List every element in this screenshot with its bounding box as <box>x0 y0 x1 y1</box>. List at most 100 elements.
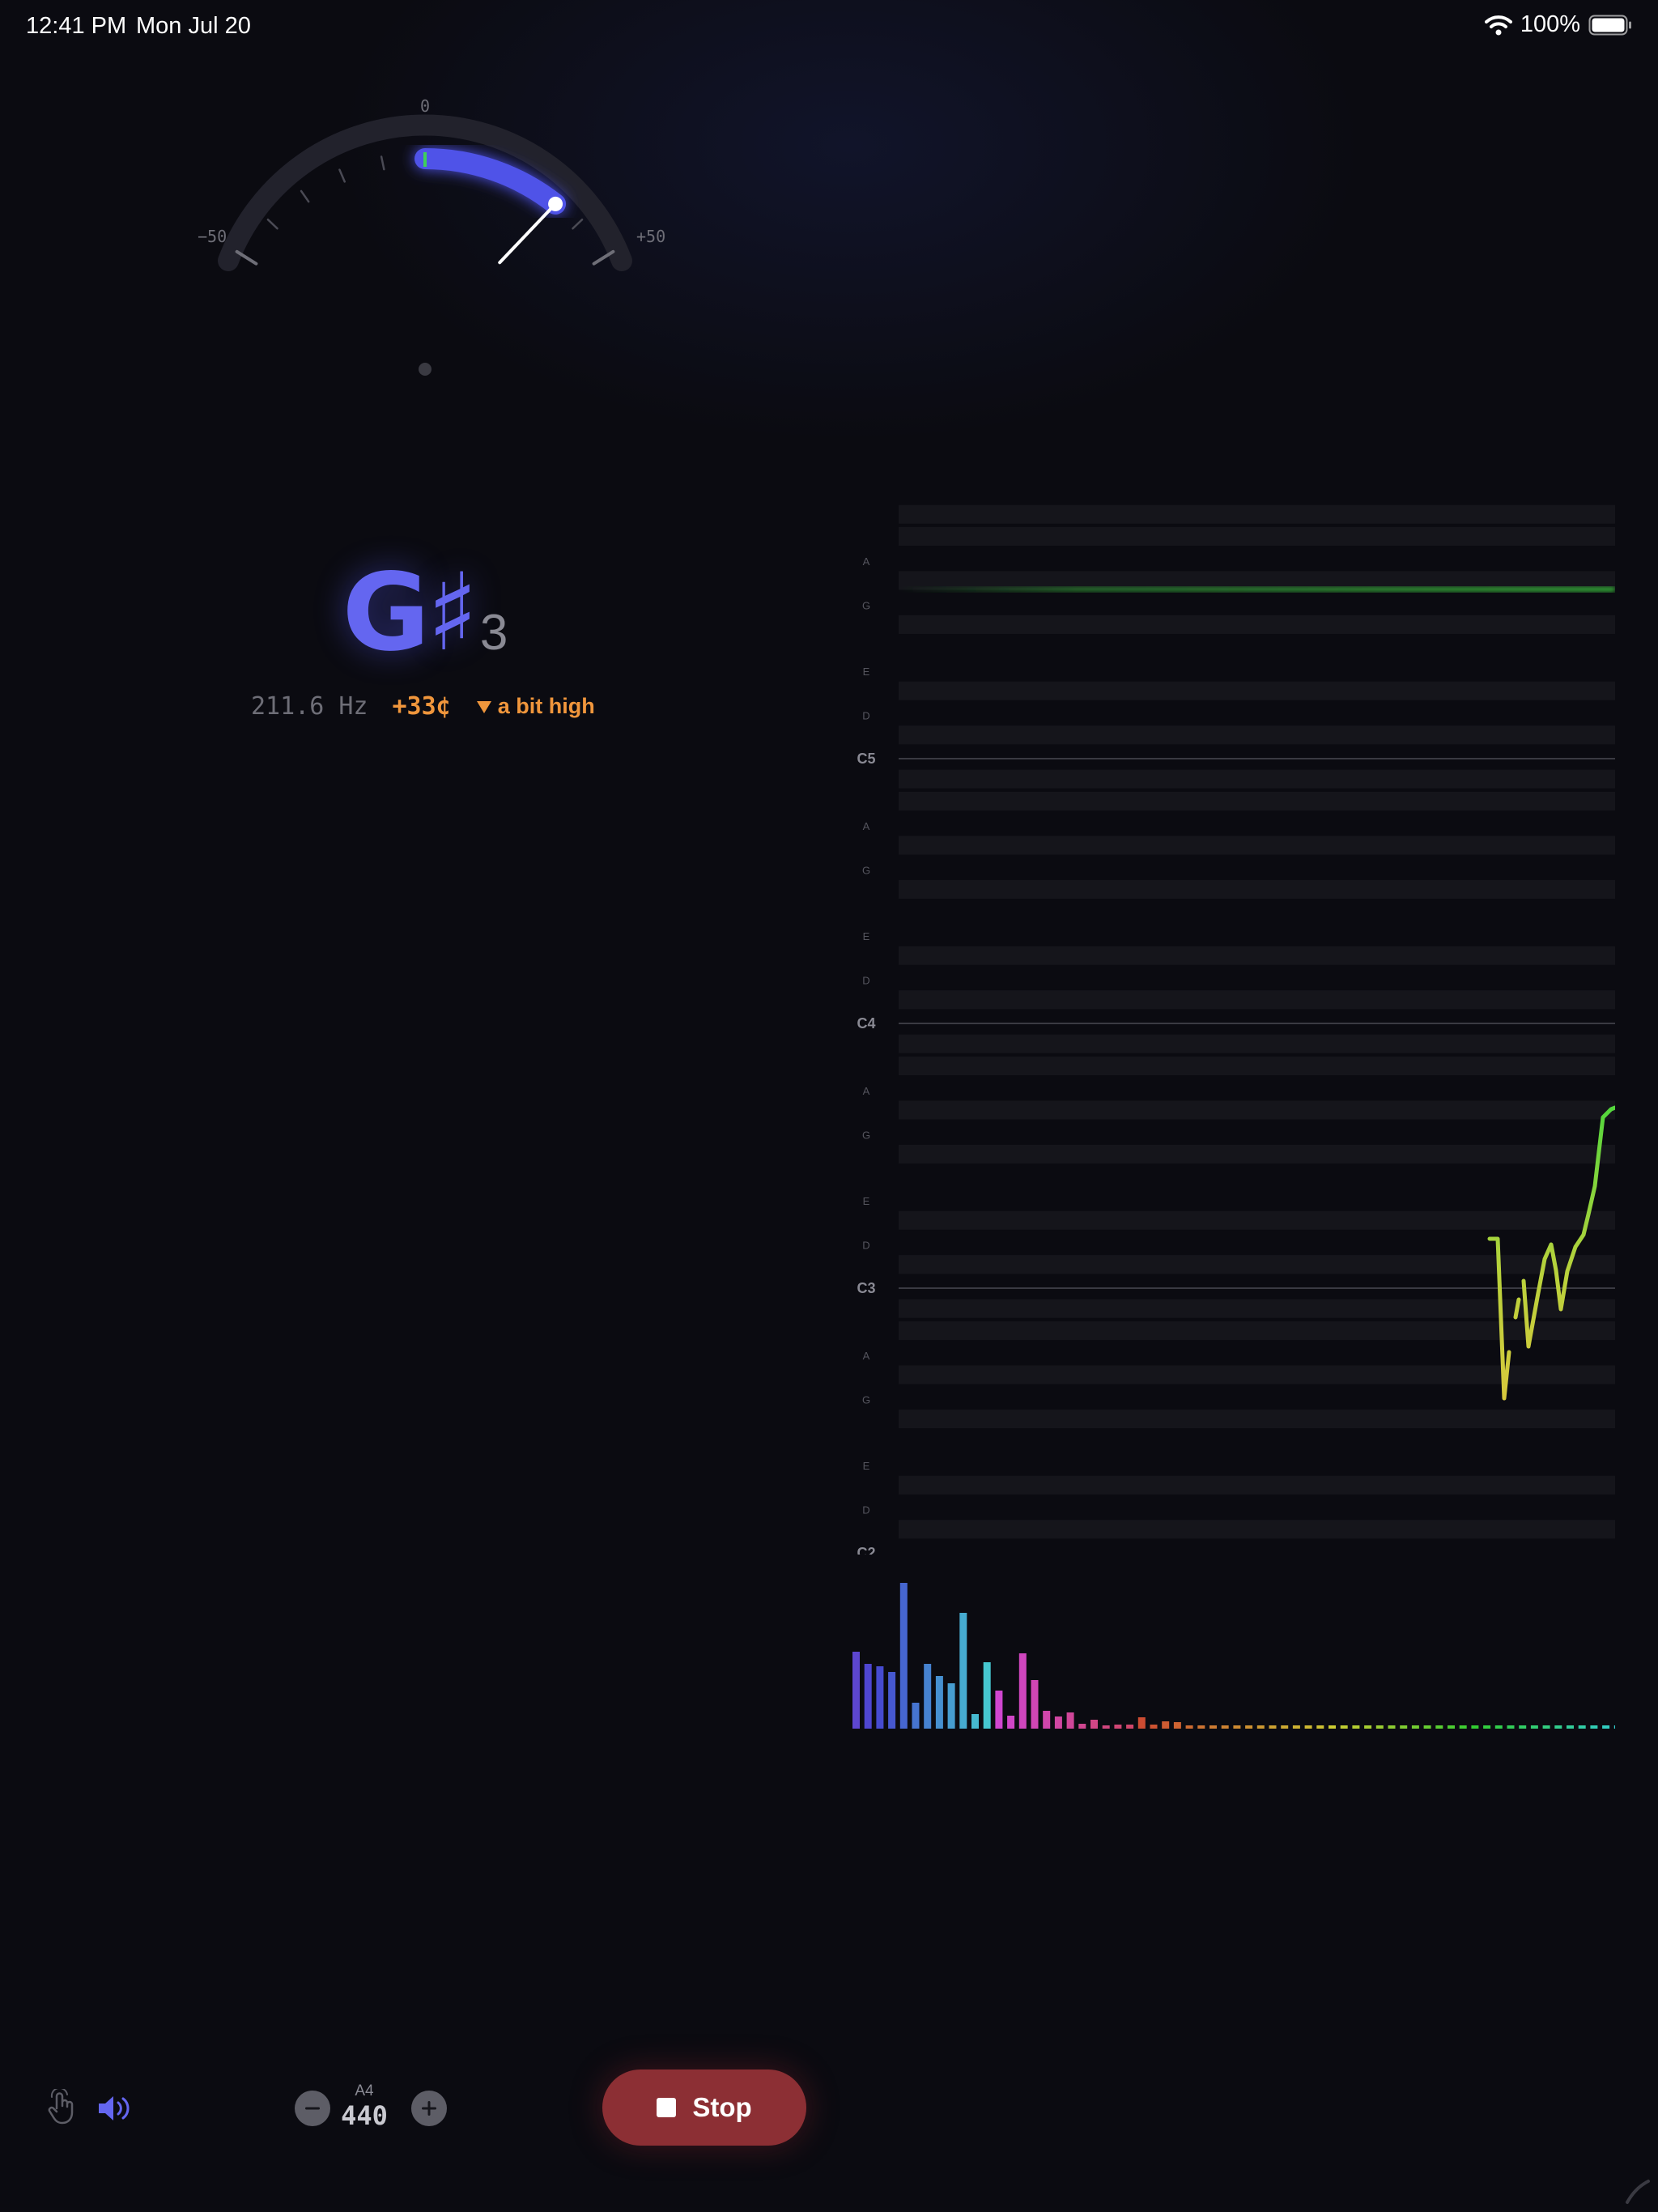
stop-button[interactable]: Stop <box>602 2069 806 2146</box>
gauge-pivot <box>419 363 432 376</box>
spectrum-bar <box>1602 1725 1610 1729</box>
pitch-label: A <box>863 1085 870 1097</box>
spectrum-bar <box>1090 1720 1098 1729</box>
spectrum-bar <box>888 1672 896 1729</box>
increase-reference-button[interactable] <box>411 2091 447 2126</box>
spectrum-bar <box>1209 1725 1217 1729</box>
spectrum-bar <box>1388 1725 1396 1729</box>
tuning-hint: a bit high <box>475 694 595 719</box>
spectrum-bar <box>1542 1725 1550 1729</box>
speaker-icon <box>99 2096 130 2121</box>
gauge-tick <box>380 155 385 171</box>
frequency-readout: 211.6 Hz <box>251 692 368 721</box>
spectrum-bar <box>1519 1725 1527 1729</box>
gauge-max-label: +50 <box>636 227 665 246</box>
spectrum-bar <box>1173 1722 1181 1729</box>
pitch-label: D <box>862 710 869 722</box>
spectrum-bar <box>924 1664 932 1729</box>
pitch-label: G <box>862 1129 870 1141</box>
spectrum-bar <box>959 1613 967 1729</box>
spectrum-bar <box>1448 1725 1455 1729</box>
status-bar: 12:41 PM Mon Jul 20 100% <box>0 0 1658 52</box>
resize-handle-icon <box>1626 2180 1650 2204</box>
spectrum-bar <box>852 1652 860 1729</box>
spectrum-bar <box>899 1583 908 1729</box>
spectrum-bar <box>1043 1711 1051 1729</box>
tuner-app: 12:41 PM Mon Jul 20 100% −50 0 +50 G♯3 2… <box>0 0 1658 2212</box>
pitch-label: C2 <box>857 1545 875 1555</box>
spectrum-bar <box>1375 1725 1384 1729</box>
hand-pointer-icon <box>48 2089 74 2125</box>
gauge-tick <box>572 218 584 230</box>
touch-mode-button[interactable] <box>42 2087 81 2126</box>
pitch-label: G <box>862 1393 870 1406</box>
gauge-zero-label: 0 <box>420 96 430 116</box>
spectrum-bar <box>1054 1716 1062 1729</box>
spectrum-bar <box>1269 1725 1277 1729</box>
pitch-grid-row <box>899 836 1615 855</box>
spectrum-bar <box>1613 1725 1622 1729</box>
minus-icon <box>305 2107 320 2110</box>
gauge-tick <box>300 189 310 203</box>
spectrum-bar <box>1507 1725 1515 1729</box>
spectrum-bar <box>1102 1725 1110 1729</box>
spectrum-bar <box>1031 1680 1039 1729</box>
gauge-tick <box>266 218 278 230</box>
spectrum-bar <box>876 1666 884 1729</box>
spectrum-bar <box>1304 1725 1312 1729</box>
decrease-reference-button[interactable] <box>295 2091 330 2126</box>
spectrum-bar <box>1233 1725 1241 1729</box>
sound-toggle-button[interactable] <box>96 2089 134 2128</box>
note-name: G♯ <box>342 551 478 675</box>
battery-icon <box>1588 15 1631 35</box>
wifi-icon <box>1484 15 1512 35</box>
pitch-label: G <box>862 599 870 611</box>
pitch-grid-row <box>899 725 1615 745</box>
reference-pitch-value: 440 <box>341 2100 388 2131</box>
pitch-grid-row <box>899 1520 1615 1539</box>
pitch-label: A <box>863 1350 870 1362</box>
pitch-grid-row <box>899 526 1615 547</box>
status-indicators: 100% <box>1484 11 1632 38</box>
down-triangle-icon <box>476 700 491 713</box>
pitch-label: E <box>863 666 870 678</box>
spectrum-bar <box>1126 1725 1134 1729</box>
reference-note-label: A4 <box>355 2082 374 2099</box>
reference-pitch-control: A4 440 <box>291 2082 447 2134</box>
pitch-grid-row <box>899 504 1615 524</box>
spectrum-bar <box>1340 1725 1348 1729</box>
pitch-readout: 211.6 Hz +33¢ a bit high <box>251 692 595 721</box>
pitch-label: D <box>862 1240 869 1252</box>
pitch-label: G <box>862 864 870 876</box>
pitch-label: C4 <box>857 1015 875 1032</box>
spectrum-bar <box>1197 1725 1205 1729</box>
spectrum-bar <box>912 1703 920 1729</box>
spectrum-bar <box>1066 1712 1074 1729</box>
spectrum-bar <box>1078 1724 1086 1729</box>
stop-button-label: Stop <box>692 2092 752 2122</box>
pitch-history-graph: A G E D C5 A G E D C4 A G E D C3 A G E D C2 <box>850 490 1618 1561</box>
spectrum-bar <box>1554 1725 1562 1729</box>
spectrum-bar <box>1459 1725 1467 1729</box>
spectrum-bar <box>864 1664 872 1729</box>
spectrum-bar <box>1292 1725 1300 1729</box>
pitch-grid-row <box>899 1409 1615 1429</box>
spectrum-bar <box>1352 1725 1360 1729</box>
stop-icon <box>657 2098 677 2117</box>
pitch-note-labels: A G E D C5 A G E D C4 A G E D C3 A G E D C2 <box>857 555 875 1561</box>
gauge-tick <box>338 168 346 183</box>
spectrum-bar <box>1137 1717 1146 1729</box>
spectrum-bar <box>1578 1725 1586 1729</box>
tuning-hint-text: a bit high <box>497 694 595 718</box>
pitch-grid-row <box>899 990 1615 1010</box>
spectrum-bar <box>1567 1725 1574 1729</box>
frequency-spectrum <box>846 1575 1622 1737</box>
pitch-grid-row <box>899 1210 1615 1230</box>
pitch-grid-row <box>899 681 1615 700</box>
note-octave: 3 <box>479 605 508 661</box>
spectrum-bar <box>1423 1725 1431 1729</box>
pitch-grid-row <box>899 1255 1615 1274</box>
pitch-grid-row <box>899 1299 1615 1318</box>
status-date: Mon Jul 20 <box>136 13 251 39</box>
spectrum-bar <box>1256 1725 1265 1729</box>
